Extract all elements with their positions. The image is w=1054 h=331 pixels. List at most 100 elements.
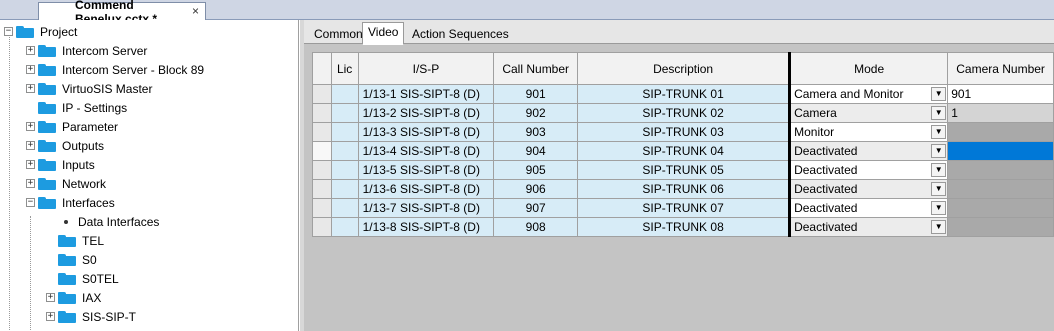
table-row[interactable]: 1/13-2 SIS-SIPT-8 (D) 902 SIP-TRUNK 02 C… [312,103,1054,123]
isp-cell[interactable]: 1/13-7 SIS-SIPT-8 (D) [357,198,495,218]
collapse-icon[interactable]: − [4,27,13,36]
tab-common[interactable]: Common [308,24,369,44]
table-row[interactable]: 1/13-5 SIS-SIPT-8 (D) 905 SIP-TRUNK 05 D… [312,160,1054,180]
call-number-cell[interactable]: 904 [493,141,579,161]
camera-number-cell[interactable] [947,122,1054,142]
expand-icon[interactable]: + [26,65,35,74]
mode-dropdown[interactable]: Deactivated ▼ [788,198,949,218]
lic-cell[interactable] [330,84,359,104]
description-cell[interactable]: SIP-TRUNK 04 [577,141,791,161]
tree-item-intercom-server[interactable]: + Intercom Server [26,41,147,60]
description-cell[interactable]: SIP-TRUNK 02 [577,103,791,123]
column-header-call-number[interactable]: Call Number [493,52,579,85]
dropdown-arrow-icon[interactable]: ▼ [931,182,947,196]
column-header-description[interactable]: Description [577,52,791,85]
camera-number-cell[interactable]: 1 [947,103,1054,123]
lic-cell[interactable] [330,103,359,123]
table-row[interactable]: 1/13-3 SIS-SIPT-8 (D) 903 SIP-TRUNK 03 M… [312,122,1054,142]
mode-dropdown[interactable]: Deactivated ▼ [788,160,949,180]
lic-cell[interactable] [330,179,359,199]
tree-item-project[interactable]: − Project [4,22,77,41]
table-row[interactable]: 1/13-6 SIS-SIPT-8 (D) 906 SIP-TRUNK 06 D… [312,179,1054,199]
dropdown-arrow-icon[interactable]: ▼ [931,106,947,120]
row-header[interactable] [312,217,332,237]
isp-cell[interactable]: 1/13-5 SIS-SIPT-8 (D) [357,160,495,180]
camera-number-cell[interactable] [947,141,1054,161]
column-header-isp[interactable]: I/S-P [357,52,495,85]
row-header[interactable] [312,141,332,161]
row-header[interactable] [312,84,332,104]
dropdown-arrow-icon[interactable]: ▼ [931,220,947,234]
tree-item-interfaces[interactable]: − Interfaces [26,193,115,212]
table-row[interactable]: 1/13-8 SIS-SIPT-8 (D) 908 SIP-TRUNK 08 D… [312,217,1054,237]
dropdown-arrow-icon[interactable]: ▼ [931,125,947,139]
call-number-cell[interactable]: 906 [493,179,579,199]
tab-video[interactable]: Video [362,22,405,45]
camera-number-cell[interactable] [947,179,1054,199]
description-cell[interactable]: SIP-TRUNK 01 [577,84,791,104]
lic-cell[interactable] [330,122,359,142]
dropdown-arrow-icon[interactable]: ▼ [931,201,947,215]
isp-cell[interactable]: 1/13-4 SIS-SIPT-8 (D) [357,141,495,161]
description-cell[interactable]: SIP-TRUNK 08 [577,217,791,237]
expand-icon[interactable]: + [26,141,35,150]
isp-cell[interactable]: 1/13-1 SIS-SIPT-8 (D) [357,84,495,104]
call-number-cell[interactable]: 903 [493,122,579,142]
tree-item-s0tel[interactable]: S0TEL [58,269,119,288]
table-row[interactable]: 1/13-4 SIS-SIPT-8 (D) 904 SIP-TRUNK 04 D… [312,141,1054,161]
expand-icon[interactable]: + [26,46,35,55]
tree-item-sis-sip-t[interactable]: + SIS-SIP-T [46,307,136,326]
lic-cell[interactable] [330,217,359,237]
tree-item-data-interfaces[interactable]: Data Interfaces [62,212,159,231]
tab-action-sequences[interactable]: Action Sequences [406,24,515,44]
isp-cell[interactable]: 1/13-6 SIS-SIPT-8 (D) [357,179,495,199]
dropdown-arrow-icon[interactable]: ▼ [931,163,947,177]
tree-item-inputs[interactable]: + Inputs [26,155,95,174]
dropdown-arrow-icon[interactable]: ▼ [931,87,947,101]
call-number-cell[interactable]: 901 [493,84,579,104]
tree-item-network[interactable]: + Network [26,174,106,193]
tree-item-intercom-server-block-89[interactable]: + Intercom Server - Block 89 [26,60,204,79]
dropdown-arrow-icon[interactable]: ▼ [931,144,947,158]
expand-icon[interactable]: + [26,160,35,169]
table-row[interactable]: 1/13-7 SIS-SIPT-8 (D) 907 SIP-TRUNK 07 D… [312,198,1054,218]
camera-number-cell[interactable] [947,160,1054,180]
document-tab[interactable]: Commend Benelux.cctx * × [38,0,206,26]
call-number-cell[interactable]: 908 [493,217,579,237]
expand-icon[interactable]: + [46,293,55,302]
close-icon[interactable]: × [192,4,199,18]
isp-cell[interactable]: 1/13-3 SIS-SIPT-8 (D) [357,122,495,142]
call-number-cell[interactable]: 905 [493,160,579,180]
camera-number-cell[interactable] [947,217,1054,237]
tree-item-virtuosis-master[interactable]: + VirtuoSIS Master [26,79,152,98]
expand-icon[interactable]: + [26,84,35,93]
row-header[interactable] [312,122,332,142]
camera-number-cell[interactable] [947,198,1054,218]
row-header[interactable] [312,160,332,180]
call-number-cell[interactable]: 902 [493,103,579,123]
description-cell[interactable]: SIP-TRUNK 06 [577,179,791,199]
expand-icon[interactable]: + [46,312,55,321]
tree-item-s0[interactable]: S0 [58,250,97,269]
row-header[interactable] [312,179,332,199]
mode-dropdown[interactable]: Deactivated ▼ [788,179,949,199]
isp-cell[interactable]: 1/13-2 SIS-SIPT-8 (D) [357,103,495,123]
description-cell[interactable]: SIP-TRUNK 07 [577,198,791,218]
collapse-icon[interactable]: − [26,198,35,207]
tree-item-parameter[interactable]: + Parameter [26,117,118,136]
expand-icon[interactable]: + [26,122,35,131]
mode-dropdown[interactable]: Monitor ▼ [788,122,949,142]
lic-cell[interactable] [330,141,359,161]
description-cell[interactable]: SIP-TRUNK 05 [577,160,791,180]
expand-icon[interactable]: + [26,179,35,188]
tree-item-outputs[interactable]: + Outputs [26,136,104,155]
table-row[interactable]: 1/13-1 SIS-SIPT-8 (D) 901 SIP-TRUNK 01 C… [312,84,1054,104]
mode-dropdown[interactable]: Deactivated ▼ [788,141,949,161]
row-header[interactable] [312,198,332,218]
mode-dropdown[interactable]: Camera and Monitor ▼ [788,84,949,104]
column-header-mode[interactable]: Mode [788,52,949,85]
row-header[interactable] [312,103,332,123]
lic-cell[interactable] [330,198,359,218]
camera-number-cell[interactable]: 901 [947,84,1054,104]
tree-item-ip-settings[interactable]: IP - Settings [38,98,127,117]
